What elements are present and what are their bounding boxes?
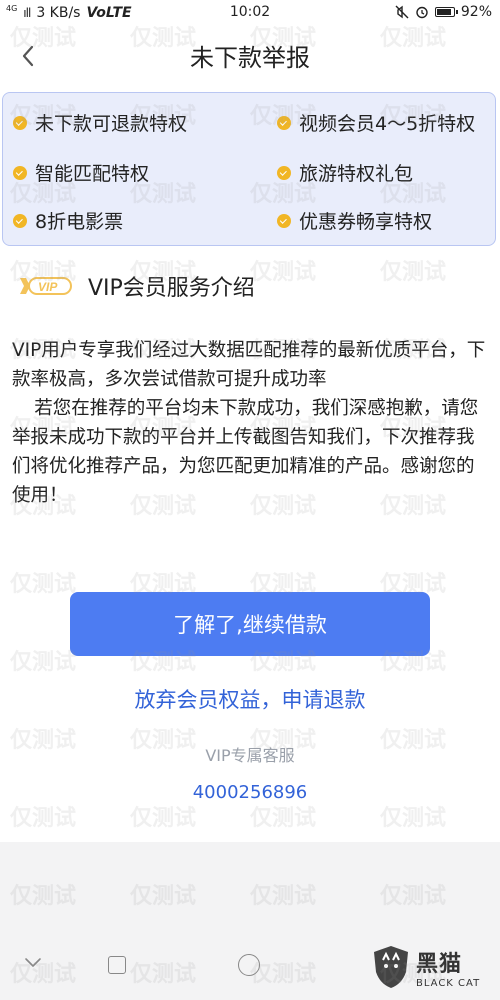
check-icon (277, 165, 291, 180)
privilege-label: 智能匹配特权 (35, 163, 150, 185)
watermark-text: 仅测试 (380, 260, 447, 285)
status-bar: 4G ıll 3 KB/s VoLTE 10:02 92% (0, 0, 500, 26)
blackcat-cn: 黑猫 (416, 951, 463, 977)
watermark-text: 仅测试 (250, 260, 317, 285)
clock: 10:02 (229, 4, 271, 20)
intro-paragraph: 若您在推荐的平台均未下款成功，我们深感抱歉，请您举报未成功下款的平台并上传截图告… (12, 398, 479, 506)
check-icon (277, 213, 291, 228)
nav-home-icon[interactable] (238, 954, 260, 976)
continue-borrowing-button[interactable]: 了解了,继续借款 (70, 592, 430, 656)
signal-icon: ıll (23, 6, 31, 20)
privilege-label: 优惠券畅享特权 (299, 211, 433, 233)
nav-bar: 未下款举报 (0, 26, 500, 86)
intro-paragraph: VIP用户专享我们经过大数据匹配推荐的最新优质平台，下款率极高，多次尝试借款可提… (12, 340, 486, 390)
check-icon (13, 165, 27, 180)
check-icon (13, 213, 27, 228)
customer-service-phone[interactable]: 4000256896 (0, 782, 500, 803)
blackcat-logo: 黑猫 BLACK CAT (372, 944, 480, 990)
page-title: 未下款举报 (190, 44, 310, 72)
battery-icon (434, 7, 458, 17)
watermark-text: 仅测试 (10, 572, 77, 597)
privilege-item: 智能匹配特权 (13, 159, 149, 186)
status-left: 4G ıll 3 KB/s VoLTE (6, 3, 132, 22)
privilege-item: 旅游特权礼包 (277, 159, 413, 186)
cat-shield-icon (374, 946, 408, 988)
watermark-text: 仅测试 (130, 806, 197, 831)
privilege-label: 8折电影票 (35, 211, 124, 233)
volte-label: VoLTE (86, 5, 132, 21)
watermark-text: 仅测试 (380, 806, 447, 831)
customer-service-label: VIP专属客服 (205, 746, 295, 765)
watermark-text: 仅测试 (10, 650, 77, 675)
check-icon (13, 115, 27, 130)
privilege-item: 视频会员4～5折特权 (277, 109, 475, 136)
blackcat-en: BLACK CAT (416, 977, 481, 989)
blackcat-text: 黑猫 BLACK CAT (416, 946, 480, 989)
vip-section-title: VIP会员服务介绍 (88, 276, 255, 301)
nav-back-icon[interactable] (24, 954, 42, 972)
battery-fill (436, 9, 451, 15)
watermark-text: 仅测试 (10, 806, 77, 831)
privilege-item: 优惠券畅享特权 (277, 207, 432, 234)
vip-badge-icon: VIP (20, 277, 72, 295)
battery-percent: 92% (460, 4, 492, 20)
privilege-label: 未下款可退款特权 (35, 113, 188, 135)
watermark-text: 仅测试 (250, 806, 317, 831)
nav-square-icon[interactable] (108, 956, 126, 974)
privilege-item: 未下款可退款特权 (13, 109, 187, 136)
silent-icon (395, 5, 409, 19)
privilege-label: 旅游特权礼包 (299, 163, 414, 185)
vip-section-header: VIP VIP会员服务介绍 (16, 270, 255, 302)
status-right: 92% (395, 4, 492, 20)
alarm-icon (416, 6, 428, 19)
network-speed: 3 KB/s (36, 5, 81, 21)
refund-link[interactable]: 放弃会员权益，申请退款 (0, 684, 500, 714)
vip-logo-text: VIP (38, 280, 58, 294)
privilege-panel: 未下款可退款特权 视频会员4～5折特权 智能匹配特权 旅游特权礼包 8折电影票 … (2, 92, 496, 246)
check-icon (277, 115, 291, 130)
network-type-label: 4G (6, 3, 18, 13)
privilege-item: 8折电影票 (13, 207, 123, 234)
vip-intro: VIP用户专享我们经过大数据匹配推荐的最新优质平台，下款率极高，多次尝试借款可提… (12, 336, 490, 510)
privilege-label: 视频会员4～5折特权 (299, 113, 476, 135)
